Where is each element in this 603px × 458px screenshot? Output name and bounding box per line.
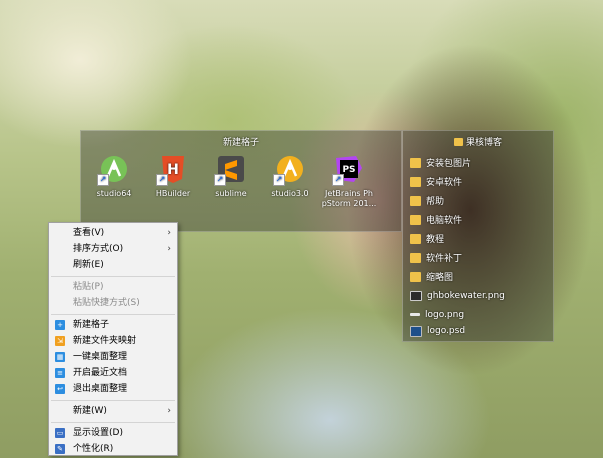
menu-item-exit-organize[interactable]: ↩ 退出桌面整理 [49, 381, 177, 397]
list-item-label: logo.png [425, 309, 465, 320]
menu-item-label: 一键桌面整理 [73, 352, 128, 362]
folder-icon [410, 233, 421, 244]
list-item[interactable]: 缩略图 [410, 267, 453, 286]
menu-item-one-click-organize[interactable]: ▦ 一键桌面整理 [49, 349, 177, 365]
list-item-label: 安装包图片 [426, 159, 472, 169]
desktop-icon-label: studio3.0 [271, 189, 309, 198]
list-item-label: 帮助 [426, 197, 445, 207]
desktop-icon-label: HBuilder [155, 189, 191, 198]
menu-item-display-settings[interactable]: ▭ 显示设置(D) [49, 425, 177, 441]
shortcut-arrow-icon: ↗ [332, 174, 344, 186]
desktop-icon-hbuilder[interactable]: H ↗ HBuilder [144, 152, 202, 199]
menu-item-label: 新建格子 [73, 320, 110, 330]
folder-icon [410, 252, 421, 263]
desktop-icon-label: sublime [215, 189, 247, 198]
list-item[interactable]: ghbokewater.png [410, 286, 505, 305]
sublime-icon: ↗ [214, 152, 248, 186]
list-item-label: 电脑软件 [426, 216, 463, 226]
desktop-context-menu: 查看(V) › 排序方式(O) › 刷新(E) 粘贴(P) 粘贴快捷方式(S) … [48, 222, 178, 456]
menu-item-sort[interactable]: 排序方式(O) › [49, 241, 177, 257]
chevron-right-icon: › [167, 228, 171, 238]
shortcut-arrow-icon: ↗ [97, 174, 109, 186]
image-file-icon [410, 290, 422, 301]
menu-item-paste[interactable]: 粘贴(P) [49, 279, 177, 295]
image-file-icon [410, 313, 420, 316]
menu-item-personalize[interactable]: ✎ 个性化(R) [49, 441, 177, 457]
menu-separator [51, 276, 175, 277]
organize-icon: ▦ [55, 352, 65, 362]
android-studio-icon: ↗ [273, 152, 307, 186]
list-item-label: 安卓软件 [426, 178, 463, 188]
folder-icon [410, 176, 421, 187]
menu-item-new[interactable]: 新建(W) › [49, 403, 177, 419]
exit-icon: ↩ [55, 384, 65, 394]
desktop-icon-phpstorm[interactable]: PS ↗ JetBrains Ph pStorm 201... [320, 152, 378, 209]
menu-item-new-folder-map[interactable]: ⇲ 新建文件夹映射 [49, 333, 177, 349]
recent-docs-icon: ≡ [55, 368, 65, 378]
menu-item-label: 粘贴(P) [73, 282, 104, 292]
shortcut-arrow-icon: ↗ [156, 174, 168, 186]
personalize-icon: ✎ [55, 444, 65, 454]
folder-icon [453, 138, 463, 146]
desktop-icon-sublime[interactable]: ↗ sublime [202, 152, 260, 199]
chevron-right-icon: › [167, 406, 171, 416]
list-item[interactable]: 安装包图片 [410, 153, 471, 172]
desktop-icon-label: studio64 [96, 189, 132, 198]
list-item[interactable]: 电脑软件 [410, 210, 462, 229]
menu-item-label: 显示设置(D) [73, 428, 123, 438]
list-item-label: ghbokewater.png [427, 290, 505, 301]
desktop-icon-studio64[interactable]: ↗ studio64 [85, 152, 143, 199]
svg-text:PS: PS [342, 165, 355, 175]
folder-icon [410, 271, 421, 282]
menu-item-new-fence[interactable]: + 新建格子 [49, 317, 177, 333]
list-item-label: 缩略图 [426, 273, 454, 283]
add-fence-icon: + [55, 320, 65, 330]
menu-item-label: 排序方式(O) [73, 244, 124, 254]
psd-file-icon [410, 325, 422, 337]
menu-separator [51, 314, 175, 315]
list-item-label: 软件补丁 [426, 254, 463, 264]
folder-icon [410, 157, 421, 168]
menu-item-label: 开启最近文档 [73, 368, 128, 378]
folder-icon [410, 214, 421, 225]
list-item-label: logo.psd [427, 326, 466, 336]
menu-item-view[interactable]: 查看(V) › [49, 225, 177, 241]
shortcut-arrow-icon: ↗ [214, 174, 226, 186]
desktop-icon-label-line2: pStorm 201... [321, 199, 377, 208]
menu-item-refresh[interactable]: 刷新(E) [49, 257, 177, 273]
list-item[interactable]: logo.png [410, 305, 464, 324]
shortcut-arrow-icon: ↗ [273, 174, 285, 186]
menu-separator [51, 422, 175, 423]
folder-icon [410, 195, 421, 206]
desktop-wallpaper[interactable]: 新建格子 ↗ studio64 H ↗ HBuilder ↗ sublime ↗… [0, 0, 603, 458]
list-item[interactable]: 安卓软件 [410, 172, 462, 191]
menu-separator [51, 400, 175, 401]
menu-item-label: 新建文件夹映射 [73, 336, 137, 346]
list-item[interactable]: logo.psd [410, 324, 465, 338]
menu-item-label: 新建(W) [73, 406, 107, 416]
menu-item-label: 粘贴快捷方式(S) [73, 298, 140, 308]
menu-item-label: 查看(V) [73, 228, 105, 238]
menu-item-label: 个性化(R) [73, 444, 114, 454]
svg-text:H: H [167, 162, 179, 178]
desktop-icon-label-line1: JetBrains Ph [325, 189, 373, 198]
list-item[interactable]: 教程 [410, 229, 444, 248]
desktop-icon-studio3[interactable]: ↗ studio3.0 [261, 152, 319, 199]
list-item[interactable]: 软件补丁 [410, 248, 462, 267]
chevron-right-icon: › [167, 244, 171, 254]
list-item[interactable]: 帮助 [410, 191, 444, 210]
display-icon: ▭ [55, 428, 65, 438]
phpstorm-icon: PS ↗ [332, 152, 366, 186]
menu-item-paste-shortcut[interactable]: 粘贴快捷方式(S) [49, 295, 177, 311]
folder-map-icon: ⇲ [55, 336, 65, 346]
fence-title: 新建格子 [222, 138, 259, 148]
fence-title: 果核博客 [403, 135, 553, 148]
android-studio-icon: ↗ [97, 152, 131, 186]
fence-title-text: 果核博客 [465, 138, 502, 148]
list-item-label: 教程 [426, 235, 445, 245]
menu-item-label: 退出桌面整理 [73, 384, 128, 394]
menu-item-open-recent[interactable]: ≡ 开启最近文档 [49, 365, 177, 381]
menu-item-label: 刷新(E) [73, 260, 104, 270]
hbuilder-icon: H ↗ [156, 152, 190, 186]
